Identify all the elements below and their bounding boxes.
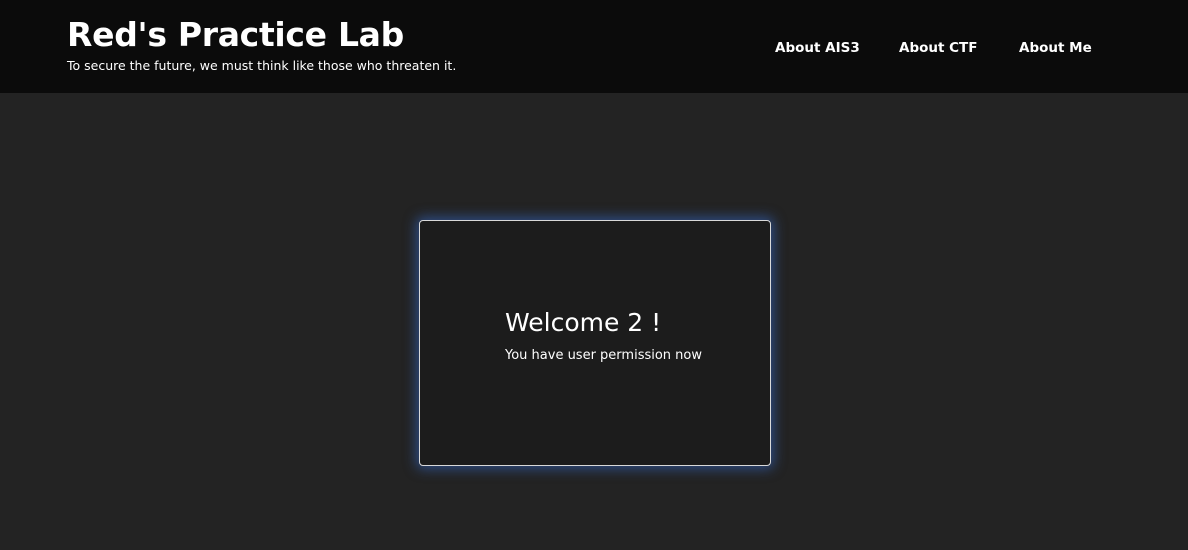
main-nav: About AIS3 About CTF About Me	[0, 39, 1188, 57]
nav-link-about-ais3[interactable]: About AIS3	[775, 39, 860, 57]
nav-link-about-me[interactable]: About Me	[1019, 39, 1092, 57]
site-tagline: To secure the future, we must think like…	[67, 58, 457, 73]
permission-message: You have user permission now	[505, 348, 703, 363]
nav-link-about-ctf[interactable]: About CTF	[899, 39, 978, 57]
welcome-card: Welcome 2 ! You have user permission now	[419, 220, 771, 466]
welcome-heading: Welcome 2 !	[505, 308, 662, 337]
site-header: Red's Practice Lab To secure the future,…	[0, 0, 1188, 93]
